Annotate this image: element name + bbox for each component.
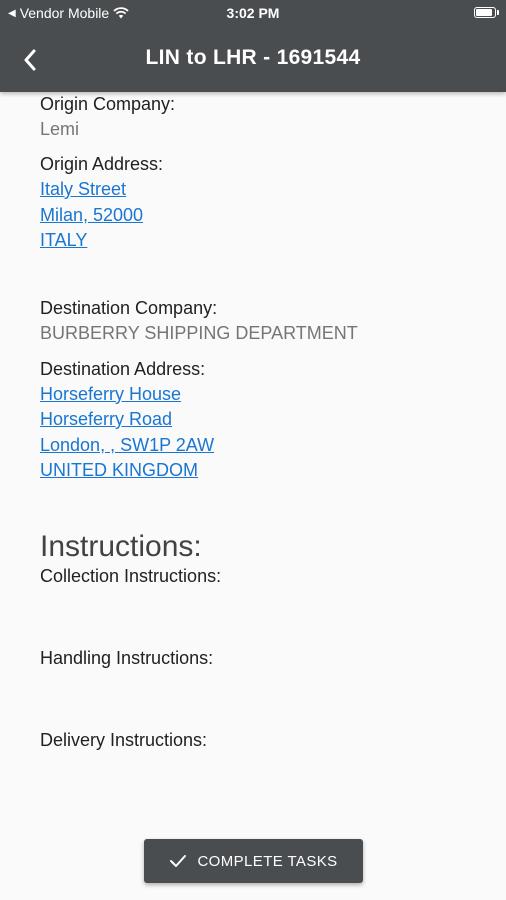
destination-company-label: Destination Company: <box>40 297 218 318</box>
battery-level <box>476 9 493 16</box>
origin-address-line[interactable]: ITALY <box>40 228 480 254</box>
origin-company-label: Origin Company: <box>40 94 176 114</box>
origin-address-line[interactable]: Milan, 52000 <box>40 203 480 229</box>
check-icon <box>170 855 187 867</box>
destination-section: Destination Company: BURBERRY SHIPPING D… <box>40 296 480 484</box>
destination-address: Horseferry House Horseferry Road London,… <box>40 382 480 484</box>
origin-address-line[interactable]: Italy Street <box>40 177 480 203</box>
origin-address-label: Origin Address: <box>40 154 164 174</box>
destination-address-line[interactable]: Horseferry Road <box>40 407 480 433</box>
origin-address: Italy Street Milan, 52000 ITALY <box>40 177 480 254</box>
status-bar: ◀ Vendor Mobile 3:02 PM <box>0 0 506 28</box>
status-time: 3:02 PM <box>226 5 280 21</box>
page-title: LIN to LHR - 1691544 <box>145 46 361 69</box>
instructions-heading: Instructions: <box>40 529 202 563</box>
battery-icon <box>474 7 499 18</box>
shipment-details: Origin Company: Lemi Origin Address: Ita… <box>40 92 480 753</box>
complete-tasks-label: COMPLETE TASKS <box>197 852 338 870</box>
collection-instructions-label: Collection Instructions: <box>40 565 222 586</box>
origin-section: Origin Company: Lemi Origin Address: Ita… <box>40 92 480 254</box>
delivery-instructions-label: Delivery Instructions: <box>40 729 208 750</box>
destination-address-line[interactable]: UNITED KINGDOM <box>40 458 480 484</box>
app-bar: LIN to LHR - 1691544 <box>0 28 506 92</box>
destination-address-line[interactable]: London, , SW1P 2AW <box>40 433 480 459</box>
destination-address-line[interactable]: Horseferry House <box>40 382 480 408</box>
destination-address-label: Destination Address: <box>40 358 206 379</box>
instructions-section: Instructions: Collection Instructions: H… <box>40 530 480 753</box>
handling-instructions-label: Handling Instructions: <box>40 647 214 668</box>
complete-tasks-button[interactable]: COMPLETE TASKS <box>144 839 363 883</box>
origin-company-value: Lemi <box>40 119 80 139</box>
destination-company-value: BURBERRY SHIPPING DEPARTMENT <box>40 322 358 343</box>
